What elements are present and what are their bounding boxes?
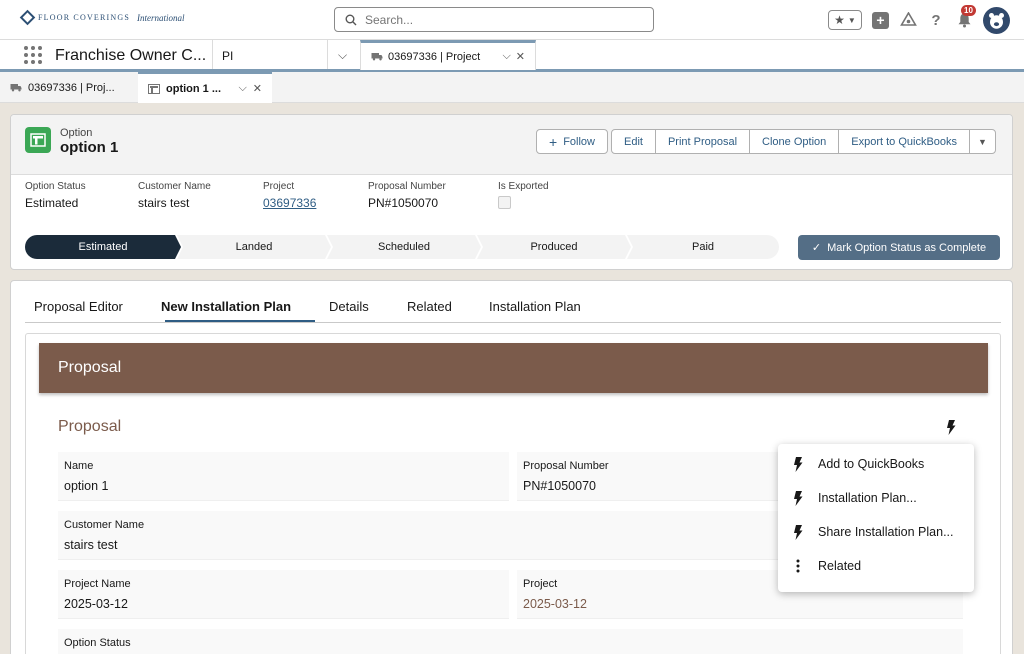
record-highlights-panel: Option option 1 + Follow Edit Print Prop… [10, 114, 1013, 270]
lightning-icon [792, 524, 804, 540]
path-step-paid[interactable]: Paid [627, 235, 779, 259]
project-link[interactable]: 2025-03-12 [523, 597, 587, 611]
print-proposal-button[interactable]: Print Proposal [654, 129, 751, 154]
status-path: Estimated Landed Scheduled Produced Paid [25, 235, 779, 259]
subtab-close-icon[interactable]: ✕ [253, 82, 262, 95]
bear-avatar-icon [989, 12, 1004, 29]
field-project-name: Project Name 2025-03-12 [58, 570, 509, 619]
tab-proposal-editor[interactable]: Proposal Editor [34, 299, 123, 314]
mark-complete-label: Mark Option Status as Complete [827, 241, 987, 254]
tab-details[interactable]: Details [329, 299, 369, 314]
menu-item-share-installation-plan[interactable]: Share Installation Plan... [792, 521, 954, 543]
clone-option-button[interactable]: Clone Option [749, 129, 840, 154]
workspace-tab-label: 03697336 | Project [388, 50, 481, 63]
follow-label: Follow [563, 135, 595, 148]
user-avatar[interactable] [983, 6, 1010, 34]
subtab-option[interactable]: option 1 ... ⌵ ✕ [138, 72, 272, 103]
search-input[interactable] [365, 12, 625, 27]
app-launcher-icon[interactable] [24, 46, 42, 64]
search-icon [345, 14, 357, 25]
notification-badge: 10 [961, 5, 976, 16]
option-record-icon [148, 83, 160, 94]
tab-menu-chevron-icon[interactable]: ⌵ [502, 50, 510, 63]
record-tabs: Proposal Editor New Installation Plan De… [25, 281, 1001, 323]
logo-diamond-icon [19, 9, 36, 26]
mark-status-complete-button[interactable]: ✓ Mark Option Status as Complete [798, 235, 1000, 260]
field-option-status: Option Status Estimated [25, 181, 86, 210]
app-name: Franchise Owner C... [55, 47, 207, 64]
subtab-label: option 1 ... [166, 82, 221, 95]
van-icon [10, 84, 22, 92]
option-record-icon [25, 127, 51, 153]
menu-item-add-to-quickbooks[interactable]: Add to QuickBooks [792, 453, 924, 475]
help-icon: ? [931, 11, 941, 29]
nav-item-pi[interactable]: PI [222, 49, 233, 63]
global-search[interactable] [334, 7, 654, 32]
global-actions-button[interactable]: + [872, 11, 889, 29]
subtab-project[interactable]: 03697336 | Proj... [0, 72, 136, 103]
checkmark-icon: ✓ [811, 242, 822, 254]
menu-item-installation-plan[interactable]: Installation Plan... [792, 487, 917, 509]
active-tab-indicator [165, 320, 315, 322]
help-button[interactable]: ? [927, 11, 945, 29]
van-icon [371, 53, 383, 61]
more-actions-button[interactable]: ▼ [969, 129, 996, 154]
lightning-icon [792, 490, 804, 506]
lightning-icon [792, 456, 804, 472]
workspace-tab-project[interactable]: 03697336 | Project ⌵ ✕ [360, 40, 536, 70]
trailhead-button[interactable] [899, 11, 917, 29]
edit-button[interactable]: Edit [610, 129, 656, 154]
export-quickbooks-button[interactable]: Export to QuickBooks [838, 129, 971, 154]
company-logo[interactable]: FLOOR COVERINGS International [19, 9, 185, 26]
logo-text: FLOOR COVERINGS [38, 13, 131, 22]
tab-installation-plan[interactable]: Installation Plan [489, 299, 581, 314]
is-exported-checkbox [498, 196, 511, 209]
chevron-down-icon: ▼ [847, 15, 856, 25]
proposal-banner: Proposal [39, 343, 988, 393]
notifications-button[interactable]: 10 [955, 5, 976, 29]
favorites-button[interactable]: ★ ▼ [828, 10, 862, 30]
more-vertical-icon [792, 559, 804, 573]
follow-button[interactable]: + Follow [536, 129, 608, 154]
nav-menu-chevron-icon[interactable]: ⌵ [338, 48, 347, 63]
field-option-status: Option Status [58, 629, 963, 654]
field-project: Project 03697336 [263, 181, 317, 210]
field-customer-name: Customer Name stairs test [138, 181, 211, 210]
subtab-menu-chevron-icon[interactable]: ⌵ [238, 82, 246, 95]
app-navigation-bar: Franchise Owner C... PI ⌵ 03697336 | Pro… [0, 40, 1024, 72]
project-link[interactable]: 03697336 [263, 196, 316, 210]
field-name: Name option 1 [58, 452, 509, 501]
path-step-scheduled[interactable]: Scheduled [327, 235, 481, 259]
star-icon: ★ [834, 13, 845, 27]
path-step-produced[interactable]: Produced [477, 235, 631, 259]
field-proposal-number: Proposal Number PN#1050070 [368, 181, 446, 210]
tab-new-installation-plan[interactable]: New Installation Plan [161, 299, 291, 314]
plus-icon: + [549, 133, 558, 150]
field-is-exported: Is Exported [498, 181, 549, 209]
record-object-type: Option [60, 127, 93, 139]
path-step-estimated[interactable]: Estimated [25, 235, 181, 259]
chevron-down-icon: ▼ [978, 136, 987, 147]
highlight-fields: Option Status Estimated Customer Name st… [25, 181, 585, 221]
subtab-bar: 03697336 | Proj... option 1 ... ⌵ ✕ [0, 72, 1024, 103]
header-icons: ★ ▼ + ? 10 [828, 5, 1010, 35]
plus-icon: + [876, 12, 885, 28]
tab-close-icon[interactable]: ✕ [516, 50, 535, 63]
record-header: Option option 1 + Follow Edit Print Prop… [11, 115, 1012, 175]
subtab-label: 03697336 | Proj... [28, 81, 115, 94]
actions-lightning-icon[interactable] [946, 420, 956, 438]
menu-item-related[interactable]: Related [792, 555, 861, 577]
global-header: FLOOR COVERINGS International ★ ▼ + ? 10 [0, 0, 1024, 40]
path-step-landed[interactable]: Landed [177, 235, 331, 259]
tab-related[interactable]: Related [407, 299, 452, 314]
record-name: option 1 [60, 139, 119, 156]
actions-dropdown-menu: Add to QuickBooks Installation Plan... S… [778, 444, 974, 592]
logo-script: International [137, 12, 185, 23]
proposal-section-title: Proposal [58, 418, 122, 435]
trailhead-icon [899, 12, 917, 26]
record-actions: + Follow Edit Print Proposal Clone Optio… [536, 129, 996, 154]
